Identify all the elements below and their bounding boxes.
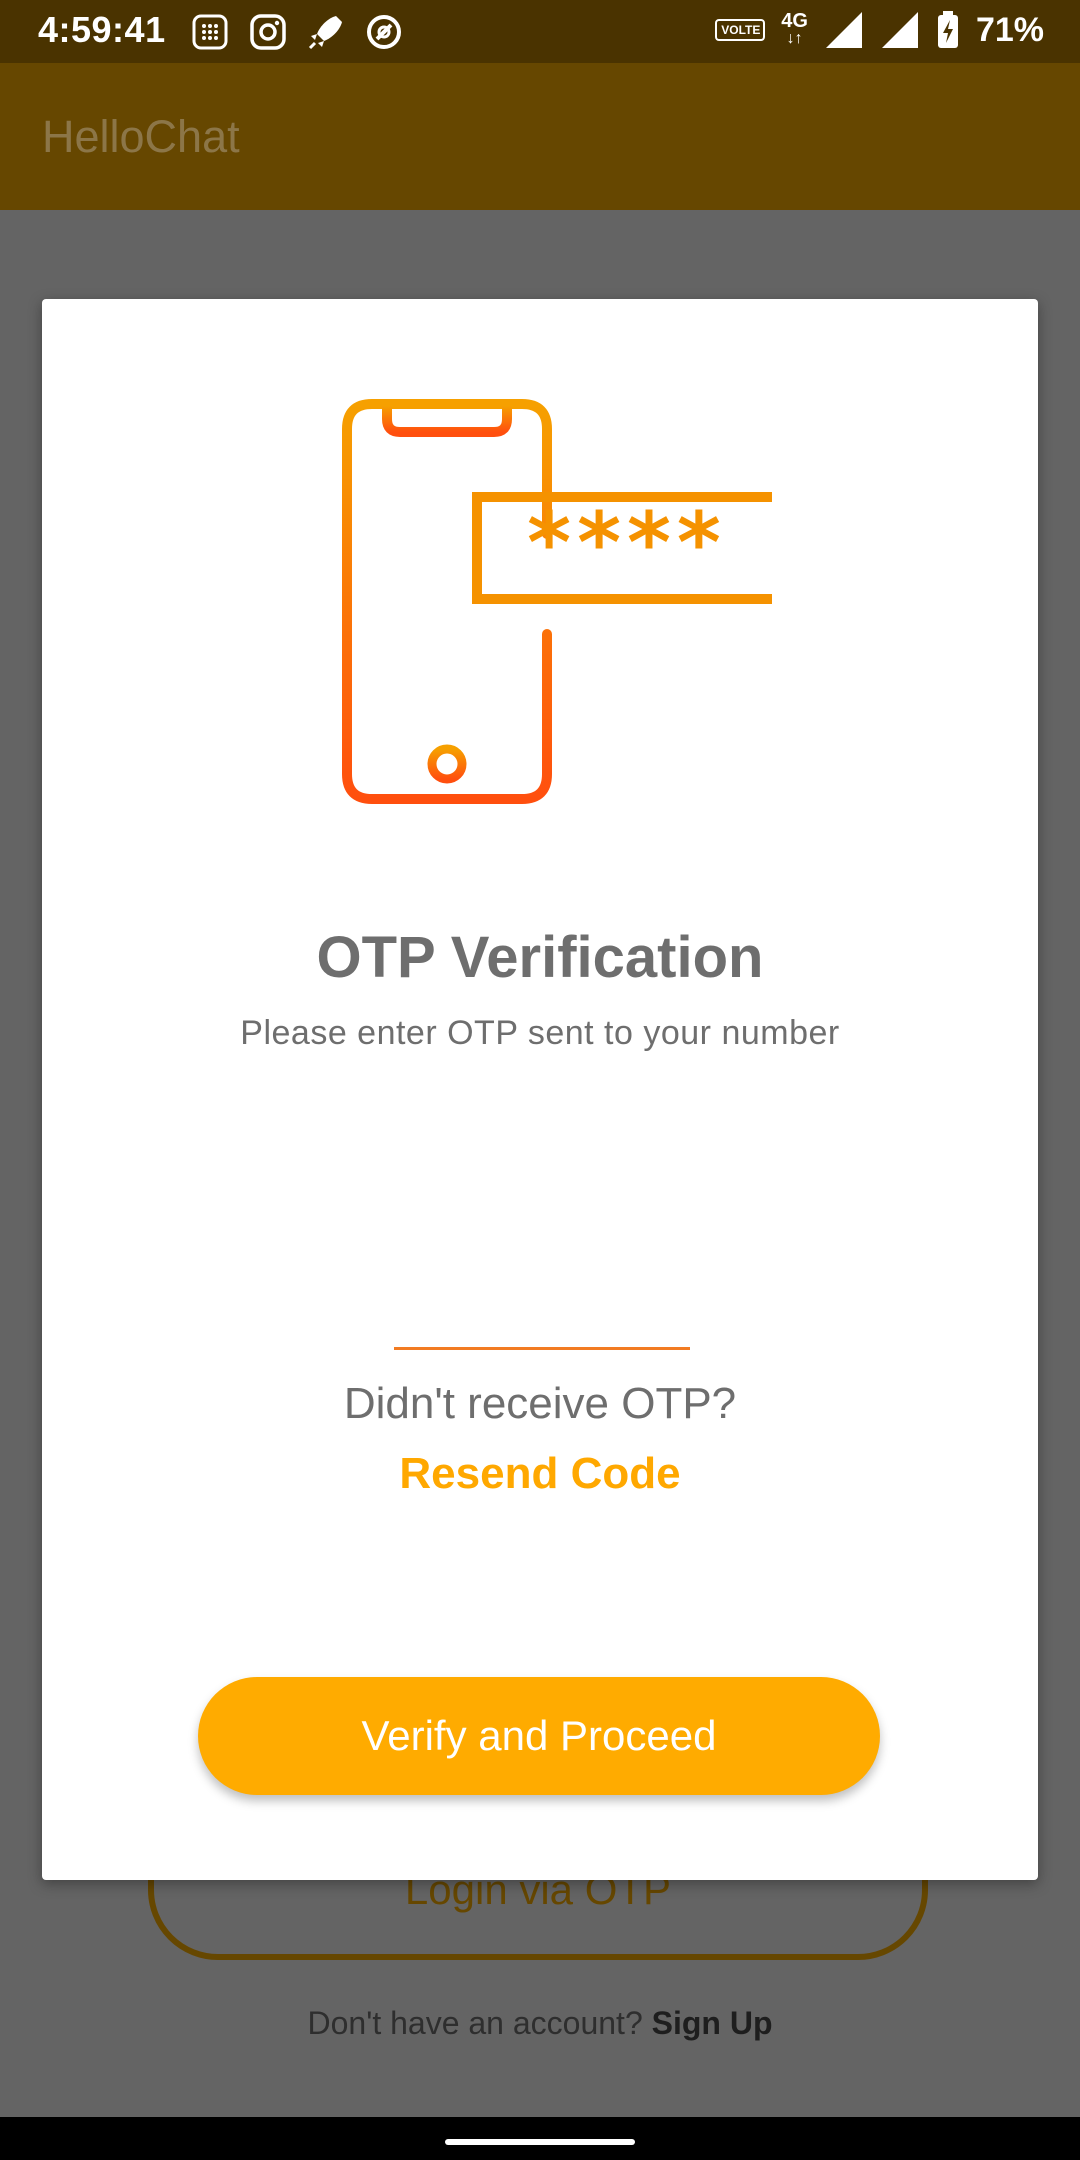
- app-bar: HelloChat: [0, 63, 1080, 210]
- instagram-icon: [250, 14, 286, 50]
- volte-icon: VOLTE: [715, 19, 766, 41]
- signup-prompt: Don't have an account? Sign Up: [0, 2005, 1080, 2042]
- verify-and-proceed-button[interactable]: Verify and Proceed: [198, 1677, 880, 1795]
- signup-link: Sign Up: [651, 2005, 773, 2041]
- battery-percent: 71%: [975, 10, 1044, 49]
- phone-otp-icon: ****: [342, 399, 772, 804]
- signup-prompt-text: Don't have an account?: [307, 2005, 643, 2041]
- status-icons-left: [190, 12, 404, 52]
- status-icons-right: VOLTE 4G ↓↑ 71%: [715, 10, 1044, 50]
- signal-icon: [825, 12, 862, 48]
- signal-icon: [881, 12, 918, 48]
- otp-dialog: **** OTP Verification Please enter OTP s…: [42, 299, 1038, 1880]
- resend-question: Didn't receive OTP?: [343, 1379, 737, 1428]
- battery-charging-icon: [937, 11, 958, 48]
- home-indicator[interactable]: [445, 2139, 635, 2145]
- masked-code-text: ****: [527, 494, 727, 592]
- dialog-subtitle: Please enter OTP sent to your number: [240, 1014, 840, 1052]
- resend-code-link[interactable]: Resend Code: [42, 1449, 1038, 1499]
- status-bar: 4:59:41 VOLTE 4G ↓↑ 71%: [0, 0, 1080, 63]
- rocket-icon: [308, 16, 342, 50]
- otp-input[interactable]: [394, 1299, 690, 1350]
- dialog-title: OTP Verification: [316, 925, 764, 990]
- app-title: HelloChat: [42, 111, 240, 162]
- 4g-icon: 4G ↓↑: [781, 10, 808, 47]
- status-time: 4:59:41: [38, 9, 166, 50]
- notification-icon: [367, 15, 401, 49]
- calculator-icon: [192, 14, 228, 50]
